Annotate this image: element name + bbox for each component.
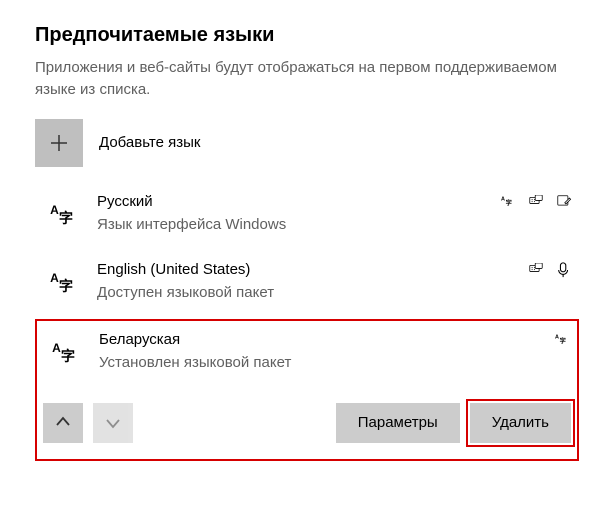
section-description: Приложения и веб-сайты будут отображатьс… <box>35 57 579 101</box>
options-button[interactable]: Параметры <box>336 403 460 443</box>
remove-button[interactable]: Удалить <box>470 403 571 443</box>
keyboard-icon <box>527 261 545 279</box>
language-name: Русский <box>97 191 483 212</box>
display-language-icon <box>553 331 571 349</box>
add-language-button[interactable]: Добавьте язык <box>35 119 579 167</box>
language-subtitle: Установлен языковой пакет <box>99 352 537 373</box>
language-name: Беларуская <box>99 329 537 350</box>
add-language-label: Добавьте язык <box>99 134 200 151</box>
arrow-up-icon <box>53 413 73 433</box>
section-title: Предпочитаемые языки <box>35 24 579 47</box>
language-actions: ПараметрыУдалить <box>43 403 571 443</box>
language-icon <box>43 331 83 371</box>
arrow-down-icon <box>103 413 123 433</box>
keyboard-icon <box>527 193 545 211</box>
language-list: РусскийЯзык интерфейса WindowsEnglish (U… <box>35 183 579 461</box>
language-name: English (United States) <box>97 259 511 280</box>
handwriting-icon <box>555 193 573 211</box>
language-features <box>553 331 571 349</box>
language-item[interactable]: English (United States)Доступен языковой… <box>35 251 579 313</box>
language-item[interactable]: РусскийЯзык интерфейса Windows <box>35 183 579 245</box>
language-subtitle: Язык интерфейса Windows <box>97 214 483 235</box>
language-icon <box>41 261 81 301</box>
speech-icon <box>555 261 573 279</box>
display-language-icon <box>499 193 517 211</box>
language-icon <box>41 193 81 233</box>
plus-icon <box>35 119 83 167</box>
language-subtitle: Доступен языковой пакет <box>97 282 511 303</box>
move-down-button[interactable] <box>93 403 133 443</box>
move-up-button[interactable] <box>43 403 83 443</box>
language-item[interactable]: БеларускаяУстановлен языковой пакет Парам… <box>35 319 579 461</box>
language-features <box>527 261 573 279</box>
language-features <box>499 193 573 211</box>
